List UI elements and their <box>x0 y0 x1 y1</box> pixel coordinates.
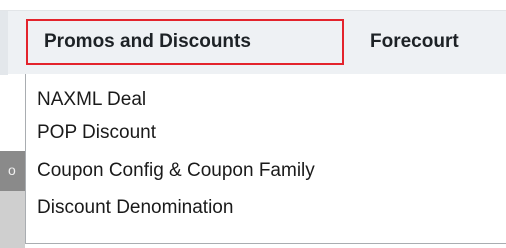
dropdown-item-naxml-deal[interactable]: NAXML Deal <box>37 85 146 115</box>
underlying-page-panel <box>0 191 25 248</box>
top-menu-bar: Promos and Discounts Forecourt <box>0 10 506 75</box>
menu-promos-and-discounts[interactable]: Promos and Discounts <box>26 19 344 65</box>
dropdown-item-pop-discount[interactable]: POP Discount <box>37 118 156 148</box>
promos-dropdown-menu: NAXML Deal POP Discount Coupon Config & … <box>25 74 506 244</box>
underlying-page-text-fragment: o <box>8 162 16 178</box>
dropdown-item-discount-denomination[interactable]: Discount Denomination <box>37 193 233 223</box>
dropdown-item-coupon-config[interactable]: Coupon Config & Coupon Family <box>37 156 315 186</box>
screen: o Promos and Discounts Forecourt NAXML D… <box>0 0 506 248</box>
menu-forecourt[interactable]: Forecourt <box>370 19 506 65</box>
menubar-left-edge <box>0 11 8 75</box>
